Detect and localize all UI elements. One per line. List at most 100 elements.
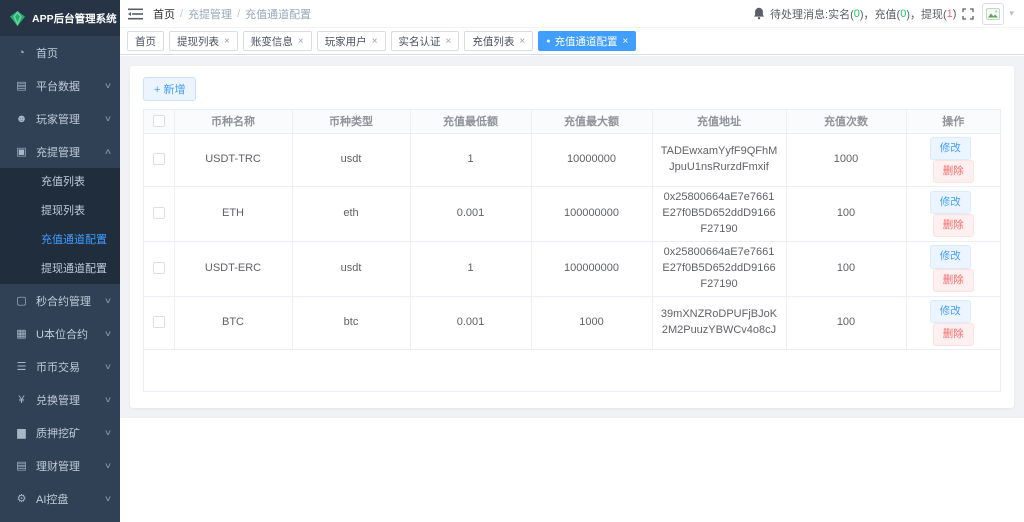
edit-button[interactable]: 修改 bbox=[930, 300, 971, 323]
column-header-min-deposit: 充值最低额 bbox=[410, 110, 531, 133]
sidebar-item-withdraw-channel-config[interactable]: 提现通道配置 bbox=[0, 255, 120, 284]
column-header-max-deposit: 充值最大额 bbox=[531, 110, 652, 133]
fullscreen-icon[interactable] bbox=[962, 8, 974, 20]
cell-address: 0x25800664aE7e7661E27f0B5D652ddD9166F271… bbox=[652, 241, 786, 296]
select-all-checkbox[interactable] bbox=[153, 115, 165, 127]
sidebar-item-platform-data[interactable]: ▤ 平台数据 ∨ bbox=[0, 69, 120, 102]
sidebar-item-label: 秒合约管理 bbox=[36, 293, 105, 309]
grid-icon: ▦ bbox=[14, 327, 29, 340]
sidebar-item-label: 币币交易 bbox=[36, 359, 105, 375]
column-header-coin-type: 币种类型 bbox=[292, 110, 410, 133]
breadcrumb: 首页 / 充提管理 / 充值通道配置 bbox=[153, 6, 311, 22]
cell-count: 100 bbox=[786, 241, 906, 296]
breadcrumb-separator: / bbox=[237, 8, 240, 20]
tab-label: 玩家用户 bbox=[325, 34, 367, 49]
cell-max: 10000000 bbox=[531, 133, 652, 186]
add-button[interactable]: + 新增 bbox=[143, 77, 196, 101]
sidebar-item-seconds-contract[interactable]: ▢ 秒合约管理 ∨ bbox=[0, 284, 120, 317]
sidebar-item-wealth-mgmt[interactable]: ▤ 理财管理 ∨ bbox=[0, 449, 120, 482]
dashboard-icon: ◔ bbox=[14, 47, 29, 59]
cell-count: 1000 bbox=[786, 133, 906, 186]
edit-button[interactable]: 修改 bbox=[930, 245, 971, 268]
sidebar-item-player-mgmt[interactable]: ☻ 玩家管理 ∨ bbox=[0, 102, 120, 135]
cell-coin-type: eth bbox=[292, 186, 410, 241]
sidebar-item-usdt-contract[interactable]: ▦ U本位合约 ∨ bbox=[0, 317, 120, 350]
breadcrumb-separator: / bbox=[180, 8, 183, 20]
tab-player-users[interactable]: 玩家用户 × bbox=[317, 31, 386, 51]
tab-account-changes[interactable]: 账变信息 × bbox=[243, 31, 312, 51]
cell-min: 0.001 bbox=[410, 296, 531, 349]
sidebar-item-deposit-withdraw-mgmt[interactable]: ▣ 充提管理 ∧ bbox=[0, 135, 120, 168]
tab-withdraw-list[interactable]: 提现列表 × bbox=[169, 31, 238, 51]
sidebar: APP后台管理系统 ◔ 首页 ▤ 平台数据 ∨ ☻ 玩家管理 ∨ ▣ 充提管理 … bbox=[0, 0, 120, 522]
close-icon[interactable]: × bbox=[224, 36, 230, 47]
delete-button[interactable]: 删除 bbox=[933, 269, 974, 292]
table-header-row: 币种名称 币种类型 充值最低额 充值最大额 充值地址 充值次数 操作 bbox=[144, 110, 1000, 133]
sidebar-item-label: 兑换管理 bbox=[36, 392, 105, 408]
cell-address: TADEwxamYyfF9QFhMJpuU1nsRurzdFmxif bbox=[652, 133, 786, 186]
tab-deposit-channel-config[interactable]: ● 充值通道配置 × bbox=[538, 31, 636, 51]
tab-label: 实名认证 bbox=[399, 34, 441, 49]
row-checkbox[interactable] bbox=[153, 207, 165, 219]
close-icon[interactable]: × bbox=[446, 36, 452, 47]
sidebar-item-deposit-channel-config[interactable]: 充值通道配置 bbox=[0, 226, 120, 255]
sidebar-item-deposit-list[interactable]: 充值列表 bbox=[0, 168, 120, 197]
tab-realname-auth[interactable]: 实名认证 × bbox=[391, 31, 460, 51]
row-checkbox[interactable] bbox=[153, 153, 165, 165]
sidebar-item-label: U本位合约 bbox=[36, 326, 105, 342]
sidebar-item-staking-mining[interactable]: ▆ 质押挖矿 ∨ bbox=[0, 416, 120, 449]
column-header-actions: 操作 bbox=[906, 110, 1000, 133]
topbar: 首页 / 充提管理 / 充值通道配置 待处理消息: 实名( 0 )，充值( 0 … bbox=[120, 0, 1024, 28]
edit-button[interactable]: 修改 bbox=[930, 137, 971, 160]
sidebar-item-home[interactable]: ◔ 首页 bbox=[0, 36, 120, 69]
notice-deposit-label: )，充值( bbox=[860, 6, 900, 22]
tab-label: 账变信息 bbox=[251, 34, 293, 49]
sidebar-item-spot-trading[interactable]: ☰ 币币交易 ∨ bbox=[0, 350, 120, 383]
delete-button[interactable]: 删除 bbox=[933, 160, 974, 183]
chevron-down-icon: ∨ bbox=[104, 461, 112, 470]
collapse-sidebar-icon[interactable] bbox=[128, 8, 143, 20]
active-dot-icon: ● bbox=[546, 38, 550, 45]
column-header-coin-name: 币种名称 bbox=[174, 110, 292, 133]
sidebar-item-label: 玩家管理 bbox=[36, 111, 105, 127]
column-header-address: 充值地址 bbox=[652, 110, 786, 133]
sidebar-item-ai-control[interactable]: ⚙ AI控盘 ∨ bbox=[0, 482, 120, 515]
breadcrumb-current: 充值通道配置 bbox=[245, 6, 311, 22]
app-logo: APP后台管理系统 bbox=[0, 0, 120, 36]
edit-button[interactable]: 修改 bbox=[930, 191, 971, 214]
cell-coin-name: USDT-ERC bbox=[174, 241, 292, 296]
delete-button[interactable]: 删除 bbox=[933, 214, 974, 237]
cell-coin-name: ETH bbox=[174, 186, 292, 241]
close-icon[interactable]: × bbox=[372, 36, 378, 47]
close-icon[interactable]: × bbox=[519, 36, 525, 47]
close-icon[interactable]: × bbox=[298, 36, 304, 47]
logo-icon bbox=[9, 10, 26, 27]
chevron-down-icon: ∨ bbox=[104, 114, 112, 123]
column-header-count: 充值次数 bbox=[786, 110, 906, 133]
sidebar-item-label: 理财管理 bbox=[36, 458, 105, 474]
tab-label: 提现列表 bbox=[177, 34, 219, 49]
bell-icon[interactable] bbox=[753, 7, 765, 20]
sidebar-item-label: AI控盘 bbox=[36, 491, 105, 507]
bar-chart-icon: ▆ bbox=[14, 426, 29, 439]
sidebar-item-withdraw-list[interactable]: 提现列表 bbox=[0, 197, 120, 226]
chevron-down-icon[interactable]: ▾ bbox=[1009, 8, 1014, 19]
user-icon: ☻ bbox=[14, 113, 29, 125]
close-icon[interactable]: × bbox=[622, 36, 628, 47]
row-checkbox[interactable] bbox=[153, 262, 165, 274]
table-row: USDT-TRC usdt 1 10000000 TADEwxamYyfF9QF… bbox=[144, 133, 1000, 186]
sidebar-item-label: 首页 bbox=[36, 45, 111, 61]
avatar[interactable] bbox=[982, 3, 1004, 25]
deposit-withdraw-submenu: 充值列表 提现列表 充值通道配置 提现通道配置 bbox=[0, 168, 120, 284]
tab-home[interactable]: 首页 bbox=[127, 31, 164, 51]
cell-max: 100000000 bbox=[531, 186, 652, 241]
breadcrumb-home[interactable]: 首页 bbox=[153, 6, 175, 22]
tab-bar: 首页 提现列表 × 账变信息 × 玩家用户 × 实名认证 × 充值列表 × ● … bbox=[120, 28, 1024, 55]
robot-icon: ⚙ bbox=[14, 492, 29, 505]
main-area: 首页 / 充提管理 / 充值通道配置 待处理消息: 实名( 0 )，充值( 0 … bbox=[120, 0, 1024, 522]
row-checkbox[interactable] bbox=[153, 316, 165, 328]
delete-button[interactable]: 删除 bbox=[933, 323, 974, 346]
tab-deposit-list[interactable]: 充值列表 × bbox=[464, 31, 533, 51]
sidebar-item-exchange-mgmt[interactable]: ¥ 兑换管理 ∨ bbox=[0, 383, 120, 416]
chevron-down-icon: ∨ bbox=[104, 81, 112, 90]
